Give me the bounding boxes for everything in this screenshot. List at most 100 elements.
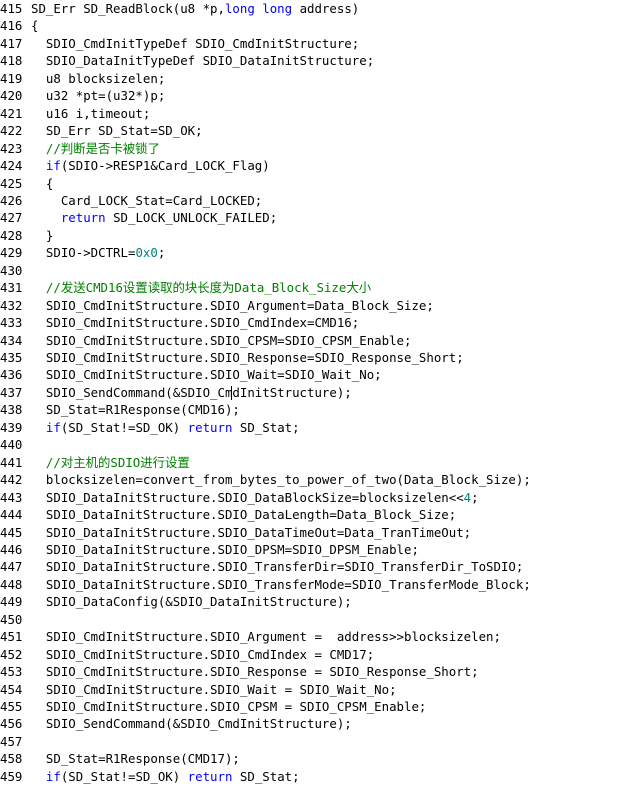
- code-line[interactable]: 444 SDIO_DataInitStructure.SDIO_DataLeng…: [0, 506, 456, 523]
- code-token: SDIO_CmdInitStructure.SDIO_Response=SDIO…: [31, 350, 464, 365]
- code-line[interactable]: 459 if(SD_Stat!=SD_OK) return SD_Stat;: [0, 768, 300, 785]
- code-line[interactable]: 424 if(SDIO->RESP1&Card_LOCK_Flag): [0, 157, 270, 174]
- code-line[interactable]: 422 SD_Err SD_Stat=SD_OK;: [0, 122, 203, 139]
- code-token: address): [292, 1, 360, 16]
- code-text: //判断是否卡被锁了: [31, 140, 160, 157]
- line-number: 446: [0, 541, 23, 557]
- code-text: Card_LOCK_Stat=Card_LOCKED;: [31, 192, 262, 209]
- code-token: blocksizelen=convert_from_bytes_to_power…: [31, 472, 531, 488]
- code-line[interactable]: 440: [0, 436, 31, 453]
- code-text: //发送CMD16设置读取的块长度为Data_Block_Size大小: [31, 279, 371, 296]
- code-line[interactable]: 455 SDIO_CmdInitStructure.SDIO_CPSM = SD…: [0, 698, 426, 715]
- code-line[interactable]: 453 SDIO_CmdInitStructure.SDIO_Response …: [0, 663, 479, 680]
- code-line[interactable]: 420 u32 *pt=(u32*)p;: [0, 87, 165, 104]
- code-text: SDIO_DataInitTypeDef SDIO_DataInitStruct…: [31, 52, 374, 69]
- code-line[interactable]: 432 SDIO_CmdInitStructure.SDIO_Argument=…: [0, 297, 434, 314]
- code-line[interactable]: 446 SDIO_DataInitStructure.SDIO_DPSM=SDI…: [0, 541, 419, 558]
- code-line[interactable]: 454 SDIO_CmdInitStructure.SDIO_Wait = SD…: [0, 681, 397, 698]
- line-number: 425: [0, 175, 23, 191]
- code-line[interactable]: 419 u8 blocksizelen;: [0, 70, 165, 87]
- code-line[interactable]: 418 SDIO_DataInitTypeDef SDIO_DataInitSt…: [0, 52, 374, 69]
- code-line[interactable]: 434 SDIO_CmdInitStructure.SDIO_CPSM=SDIO…: [0, 332, 411, 349]
- code-line[interactable]: 442 blocksizelen=convert_from_bytes_to_p…: [0, 471, 531, 488]
- code-line[interactable]: 425 {: [0, 175, 53, 192]
- code-line[interactable]: 445 SDIO_DataInitStructure.SDIO_DataTime…: [0, 524, 471, 541]
- line-number: 434: [0, 332, 23, 348]
- line-number: 420: [0, 88, 23, 104]
- line-number: 454: [0, 681, 23, 697]
- code-line[interactable]: 439 if(SD_Stat!=SD_OK) return SD_Stat;: [0, 419, 300, 436]
- code-token: (SD_Stat!=SD_OK): [60, 419, 188, 435]
- line-number: 456: [0, 716, 23, 732]
- code-token: u32 *pt=(u32*)p;: [31, 88, 166, 104]
- code-token: SDIO_CmdInitStructure.SDIO_Response = SD…: [31, 664, 479, 680]
- code-text: SDIO_CmdInitStructure.SDIO_CPSM = SDIO_C…: [31, 698, 426, 715]
- code-line[interactable]: 433 SDIO_CmdInitStructure.SDIO_CmdIndex=…: [0, 314, 359, 331]
- code-line[interactable]: 443 SDIO_DataInitStructure.SDIO_DataBloc…: [0, 489, 479, 506]
- code-text: SD_Err SD_Stat=SD_OK;: [31, 122, 203, 139]
- code-line[interactable]: 423 //判断是否卡被锁了: [0, 140, 160, 157]
- code-line[interactable]: 451 SDIO_CmdInitStructure.SDIO_Argument …: [0, 628, 501, 645]
- code-line[interactable]: 427 return SD_LOCK_UNLOCK_FAILED;: [0, 209, 277, 226]
- code-text: SDIO_SendCommand(&SDIO_CmdInitStructure)…: [31, 715, 352, 732]
- code-line[interactable]: 450: [0, 611, 31, 628]
- code-token: SD_LOCK_UNLOCK_FAILED;: [105, 210, 278, 226]
- code-token: {: [31, 18, 39, 34]
- line-number: 418: [0, 53, 23, 69]
- line-number: 442: [0, 472, 23, 488]
- code-text: u8 blocksizelen;: [31, 70, 165, 87]
- code-line[interactable]: 447 SDIO_DataInitStructure.SDIO_Transfer…: [0, 558, 523, 575]
- line-number: 416: [0, 18, 23, 34]
- code-text: {: [31, 175, 53, 192]
- code-line[interactable]: 428 }: [0, 227, 53, 244]
- code-line[interactable]: 415 SD_Err SD_ReadBlock(u8 *p,long long a…: [0, 0, 359, 17]
- code-line[interactable]: 421 u16 i,timeout;: [0, 105, 150, 122]
- line-number: 436: [0, 367, 23, 383]
- code-token: ;: [471, 489, 479, 505]
- code-line[interactable]: 436 SDIO_CmdInitStructure.SDIO_Wait=SDIO…: [0, 366, 382, 383]
- line-number: 423: [0, 140, 23, 156]
- line-number: 421: [0, 105, 23, 121]
- code-line[interactable]: 452 SDIO_CmdInitStructure.SDIO_CmdIndex …: [0, 646, 374, 663]
- line-number: 448: [0, 576, 23, 592]
- line-number: 452: [0, 646, 23, 662]
- code-line[interactable]: 448 SDIO_DataInitStructure.SDIO_Transfer…: [0, 576, 531, 593]
- code-line[interactable]: 416 {: [0, 17, 38, 34]
- code-line[interactable]: 430: [0, 262, 31, 279]
- line-number: 431: [0, 280, 23, 296]
- code-text: SDIO_DataInitStructure.SDIO_DPSM=SDIO_DP…: [31, 541, 419, 558]
- code-line[interactable]: 426 Card_LOCK_Stat=Card_LOCKED;: [0, 192, 262, 209]
- code-token: SDIO->DCTRL=: [31, 245, 136, 261]
- code-line[interactable]: 449 SDIO_DataConfig(&SDIO_DataInitStruct…: [0, 593, 352, 610]
- code-line[interactable]: 431 //发送CMD16设置读取的块长度为Data_Block_Size大小: [0, 279, 371, 296]
- code-line[interactable]: 457: [0, 733, 31, 750]
- code-editor[interactable]: 415 SD_Err SD_ReadBlock(u8 *p,long long a…: [0, 0, 644, 787]
- code-line[interactable]: 438 SD_Stat=R1Response(CMD16);: [0, 401, 240, 418]
- code-token: SDIO_SendCommand(&SDIO_CmdInitStructure)…: [31, 384, 352, 400]
- keyword-token: if: [45, 419, 61, 435]
- code-text: u16 i,timeout;: [31, 105, 150, 122]
- code-text: u32 *pt=(u32*)p;: [31, 87, 165, 104]
- line-number: 444: [0, 507, 23, 523]
- line-number: 433: [0, 315, 23, 331]
- code-line[interactable]: 441 //对主机的SDIO进行设置: [0, 454, 190, 471]
- code-line[interactable]: 429 SDIO->DCTRL=0x0;: [0, 244, 165, 261]
- number-token: 0x0: [135, 245, 158, 261]
- line-number: 453: [0, 664, 23, 680]
- code-text: SDIO_SendCommand(&SDIO_CmdInitStructure)…: [31, 384, 352, 401]
- code-line[interactable]: 458 SD_Stat=R1Response(CMD17);: [0, 750, 240, 767]
- code-line[interactable]: 456 SDIO_SendCommand(&SDIO_CmdInitStruct…: [0, 715, 352, 732]
- code-token: SDIO_DataInitStructure.SDIO_TransferMode…: [31, 576, 531, 592]
- code-token: SDIO_CmdInitStructure.SDIO_CmdIndex=CMD1…: [31, 315, 360, 331]
- code-token: (SD_Stat!=SD_OK): [60, 768, 188, 784]
- code-line[interactable]: 417 SDIO_CmdInitTypeDef SDIO_CmdInitStru…: [0, 35, 359, 52]
- code-token: SDIO_DataConfig(&SDIO_DataInitStructure)…: [31, 594, 352, 610]
- code-text: SDIO_CmdInitStructure.SDIO_Wait=SDIO_Wai…: [31, 366, 382, 383]
- code-line[interactable]: 435 SDIO_CmdInitStructure.SDIO_Response=…: [0, 349, 464, 366]
- code-line[interactable]: 437 SDIO_SendCommand(&SDIO_CmdInitStruct…: [0, 384, 352, 401]
- keyword-token: if: [45, 768, 61, 784]
- line-number: 455: [0, 699, 23, 714]
- code-token: SD_Stat=R1Response(CMD16);: [31, 402, 240, 418]
